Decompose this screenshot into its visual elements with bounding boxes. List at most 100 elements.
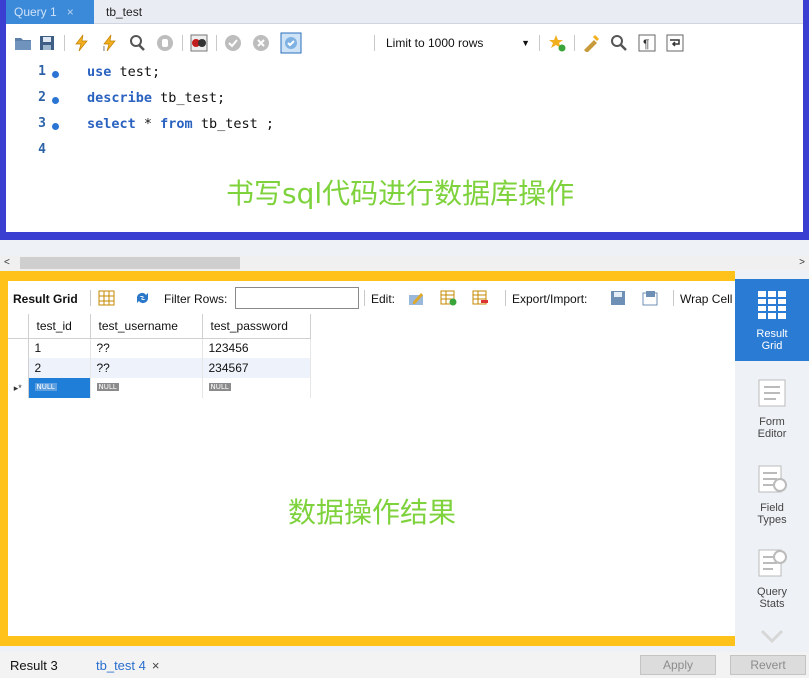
- scroll-left-icon[interactable]: <: [4, 256, 10, 270]
- result-side-panel: Result Grid Form Editor Field Types Query St…: [735, 271, 809, 646]
- svg-text:I: I: [103, 46, 105, 52]
- editor-toolbar: I Limit to 1000 rows ▼ ¶: [6, 26, 803, 60]
- toolbar-separator: [182, 35, 183, 51]
- editor-highlight-frame: Query 1 × tb_test I Limit to 1000 rows ▼: [0, 0, 809, 240]
- filter-rows-label: Filter Rows:: [164, 292, 228, 306]
- tab-label: tb_test: [106, 5, 143, 19]
- scrollbar-thumb[interactable]: [20, 257, 240, 269]
- refresh-icon[interactable]: [134, 290, 151, 306]
- limit-rows-select[interactable]: Limit to 1000 rows ▼: [386, 32, 534, 54]
- toolbar-separator: [364, 290, 365, 306]
- explain-icon[interactable]: [128, 34, 146, 52]
- query-stats-icon: [758, 549, 787, 577]
- grid-layout-icon[interactable]: [98, 290, 115, 306]
- table-row[interactable]: 2 ?? 234567: [8, 358, 311, 378]
- statement-marker-icon: [52, 123, 59, 130]
- word-wrap-icon[interactable]: [666, 34, 684, 52]
- code-text: describe tb_test;: [87, 90, 226, 106]
- sql-code-area[interactable]: 1 use test; 2 describe tb_test; 3 select…: [6, 60, 803, 180]
- tab-label: Query 1: [14, 5, 57, 19]
- add-snippet-icon[interactable]: [548, 34, 566, 52]
- sql-editor-panel: Query 1 × tb_test I Limit to 1000 rows ▼: [6, 0, 803, 232]
- code-text: select * from tb_test ;: [87, 116, 274, 132]
- rollback-icon[interactable]: [252, 34, 270, 52]
- table-cell[interactable]: 123456: [202, 338, 311, 358]
- editor-tab-bar: Query 1 × tb_test: [6, 0, 803, 24]
- find-icon[interactable]: [610, 34, 628, 52]
- null-badge: NULL: [96, 383, 119, 391]
- open-folder-icon[interactable]: [14, 34, 32, 52]
- side-field-types[interactable]: Field Types: [735, 453, 809, 535]
- filter-rows-input[interactable]: [235, 287, 359, 309]
- table-cell[interactable]: ??: [90, 338, 203, 358]
- side-query-stats[interactable]: Query Stats: [735, 537, 809, 619]
- null-badge: NULL: [34, 383, 57, 391]
- toolbar-separator: [64, 35, 65, 51]
- editor-annotation: 书写sql代码进行数据库操作: [226, 177, 575, 210]
- statement-marker-icon: [52, 71, 59, 78]
- scroll-down-icon[interactable]: [759, 629, 785, 643]
- table-cell[interactable]: NULL: [90, 378, 203, 398]
- toggle-errors-icon[interactable]: [190, 34, 208, 52]
- form-editor-icon: [758, 379, 786, 407]
- beautify-icon[interactable]: [582, 34, 600, 52]
- save-icon[interactable]: [38, 34, 56, 52]
- svg-text:¶: ¶: [643, 37, 649, 51]
- edit-row-icon[interactable]: [408, 290, 425, 306]
- side-form-editor[interactable]: Form Editor: [735, 367, 809, 449]
- code-line: 3 select * from tb_test ;: [6, 116, 803, 142]
- table-cell-selected[interactable]: NULL: [28, 378, 91, 398]
- execute-current-icon[interactable]: I: [100, 34, 118, 52]
- autocommit-icon[interactable]: [280, 32, 302, 54]
- code-text: use test;: [87, 64, 161, 80]
- apply-button[interactable]: Apply: [640, 655, 716, 675]
- result-table: test_id test_username test_password 1 ??…: [8, 314, 311, 398]
- table-header-row: test_id test_username test_password: [8, 314, 311, 339]
- toolbar-separator: [539, 35, 540, 51]
- result-toolbar: Result Grid Filter Rows: Edit: Export/Im…: [8, 285, 735, 311]
- table-row-new[interactable]: ▸* NULL NULL NULL: [8, 378, 311, 398]
- tab-tb-test[interactable]: tb_test: [98, 0, 150, 24]
- toolbar-separator: [90, 290, 91, 306]
- table-cell[interactable]: 234567: [202, 358, 311, 378]
- table-row[interactable]: 1 ?? 123456: [8, 338, 311, 358]
- scroll-right-icon[interactable]: >: [799, 256, 805, 270]
- row-header[interactable]: [8, 358, 29, 378]
- invisible-chars-icon[interactable]: ¶: [638, 34, 656, 52]
- side-result-grid[interactable]: Result Grid: [735, 279, 809, 361]
- side-item-label: Query Stats: [757, 586, 787, 610]
- tab-tb-test-4[interactable]: tb_test 4 ×: [96, 658, 159, 673]
- close-icon[interactable]: ×: [152, 658, 160, 673]
- code-line: 2 describe tb_test;: [6, 90, 803, 116]
- table-cell[interactable]: 1: [28, 338, 91, 358]
- revert-button[interactable]: Revert: [730, 655, 806, 675]
- commit-icon[interactable]: [224, 34, 242, 52]
- statement-marker-icon: [52, 97, 59, 104]
- stop-icon[interactable]: [156, 34, 174, 52]
- line-number: 4: [38, 142, 46, 157]
- result-grid-icon: [758, 291, 786, 319]
- result-highlight-frame: Result Grid Filter Rows: Edit: Export/Im…: [0, 271, 809, 646]
- side-item-label: Form Editor: [757, 416, 787, 440]
- column-header-test-password[interactable]: test_password: [202, 314, 311, 339]
- tab-result-3[interactable]: Result 3: [10, 658, 58, 673]
- table-cell[interactable]: ??: [90, 358, 203, 378]
- column-header-test-id[interactable]: test_id: [28, 314, 91, 339]
- bottom-bar: Result 3 tb_test 4 × Apply Revert: [0, 652, 809, 678]
- horizontal-scrollbar[interactable]: < >: [0, 256, 809, 270]
- export-icon[interactable]: [610, 290, 627, 306]
- tab-query-1[interactable]: Query 1 ×: [6, 0, 94, 24]
- row-header[interactable]: [8, 338, 29, 358]
- code-line: 4: [6, 142, 803, 168]
- execute-icon[interactable]: [72, 34, 90, 52]
- table-cell[interactable]: 2: [28, 358, 91, 378]
- result-grid-label: Result Grid: [13, 292, 78, 306]
- table-cell[interactable]: NULL: [202, 378, 311, 398]
- column-header-test-username[interactable]: test_username: [90, 314, 203, 339]
- add-row-icon[interactable]: [440, 290, 457, 306]
- close-icon[interactable]: ×: [67, 5, 74, 19]
- result-table-wrap: test_id test_username test_password 1 ??…: [8, 314, 311, 398]
- toolbar-separator: [505, 290, 506, 306]
- import-icon[interactable]: [642, 290, 659, 306]
- delete-row-icon[interactable]: [472, 290, 489, 306]
